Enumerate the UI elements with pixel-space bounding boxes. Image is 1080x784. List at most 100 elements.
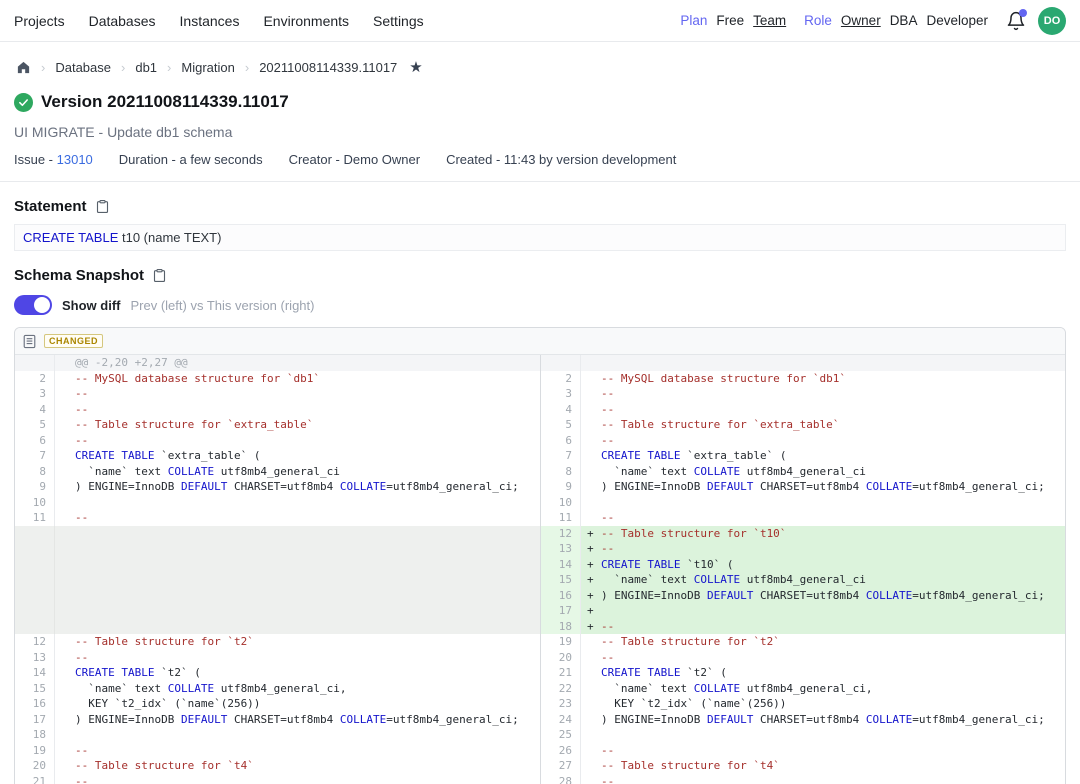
line-number: 16 <box>15 696 55 712</box>
code-line: -- <box>581 433 1065 449</box>
sql-keyword: CREATE TABLE <box>23 230 118 245</box>
statement-sql: CREATE TABLE t10 (name TEXT) <box>14 224 1066 251</box>
code-line: -- <box>55 650 540 666</box>
breadcrumb-item-migration[interactable]: Migration <box>181 60 234 75</box>
copy-snapshot-icon[interactable] <box>152 268 167 283</box>
nav-item-databases[interactable]: Databases <box>89 13 156 29</box>
top-nav: Projects Databases Instances Environments Se… <box>0 0 1080 42</box>
diff-row: 7CREATE TABLE `extra_table` ( <box>541 448 1065 464</box>
diff-row: 15 `name` text COLLATE utf8mb4_general_c… <box>15 681 540 697</box>
line-number: 3 <box>15 386 55 402</box>
line-number: 14 <box>15 665 55 681</box>
changed-badge: CHANGED <box>44 334 103 348</box>
diff-row <box>15 603 540 619</box>
breadcrumb-items: Database›db1›Migration›20211008114339.11… <box>55 60 397 75</box>
plan-free: Free <box>716 13 744 28</box>
star-icon[interactable]: ★ <box>409 58 422 76</box>
code-line: + <box>581 603 1065 619</box>
diff-row: 12-- Table structure for `t2` <box>15 634 540 650</box>
file-icon <box>23 334 36 349</box>
home-icon[interactable] <box>16 60 31 75</box>
line-number: 6 <box>15 433 55 449</box>
line-number: 12 <box>541 526 581 542</box>
diff-row <box>15 526 540 542</box>
issue-link[interactable]: 13010 <box>57 152 93 167</box>
line-number: 11 <box>15 510 55 526</box>
code-line: KEY `t2_idx` (`name`(256)) <box>581 696 1065 712</box>
diff-row: 23 KEY `t2_idx` (`name`(256)) <box>541 696 1065 712</box>
diff-row: 11-- <box>15 510 540 526</box>
line-number: 28 <box>541 774 581 784</box>
code-line: + `name` text COLLATE utf8mb4_general_ci <box>581 572 1065 588</box>
code-line: -- MySQL database structure for `db1` <box>55 371 540 387</box>
breadcrumb-item-20211008114339.11017[interactable]: 20211008114339.11017 <box>259 60 397 75</box>
line-number <box>15 526 55 542</box>
show-diff-toggle[interactable] <box>14 295 52 315</box>
line-number: 21 <box>541 665 581 681</box>
line-number: 15 <box>541 572 581 588</box>
diff-row: 5-- Table structure for `extra_table` <box>15 417 540 433</box>
code-line <box>581 727 1065 743</box>
line-number: 4 <box>541 402 581 418</box>
diff-body[interactable]: @@ -2,20 +2,27 @@2-- MySQL database stru… <box>15 355 1065 784</box>
line-number <box>541 355 581 371</box>
plan-label: Plan <box>680 13 707 28</box>
diff-row <box>15 557 540 573</box>
nav-item-instances[interactable]: Instances <box>180 13 240 29</box>
code-line: -- Table structure for `extra_table` <box>581 417 1065 433</box>
code-line: -- <box>581 386 1065 402</box>
copy-statement-icon[interactable] <box>95 199 110 214</box>
line-number <box>15 557 55 573</box>
role-label: Role <box>804 13 832 28</box>
line-number: 2 <box>15 371 55 387</box>
code-line <box>55 619 540 635</box>
diff-row: 14+CREATE TABLE `t10` ( <box>541 557 1065 573</box>
line-number: 12 <box>15 634 55 650</box>
code-line: +) ENGINE=InnoDB DEFAULT CHARSET=utf8mb4… <box>581 588 1065 604</box>
success-check-icon <box>14 93 33 112</box>
notification-bell-icon[interactable] <box>1006 11 1026 31</box>
code-line: +-- Table structure for `t10` <box>581 526 1065 542</box>
nav-item-settings[interactable]: Settings <box>373 13 424 29</box>
line-number: 20 <box>541 650 581 666</box>
diff-row <box>15 619 540 635</box>
meta-row: Issue - 13010 Duration - a few seconds C… <box>0 140 1080 167</box>
line-number: 13 <box>15 650 55 666</box>
diff-row: 27-- Table structure for `t4` <box>541 758 1065 774</box>
diff-row <box>15 572 540 588</box>
code-line: -- <box>55 510 540 526</box>
line-number: 7 <box>541 448 581 464</box>
role-owner-link[interactable]: Owner <box>841 13 881 28</box>
diff-row: 13-- <box>15 650 540 666</box>
diff-hint: Prev (left) vs This version (right) <box>131 298 315 313</box>
line-number: 8 <box>15 464 55 480</box>
diff-row: 11-- <box>541 510 1065 526</box>
code-line: CREATE TABLE `extra_table` ( <box>581 448 1065 464</box>
diff-row: 13+-- <box>541 541 1065 557</box>
diff-row: 4-- <box>15 402 540 418</box>
line-number: 18 <box>541 619 581 635</box>
nav-item-environments[interactable]: Environments <box>263 13 349 29</box>
main-nav: Projects Databases Instances Environments Se… <box>14 13 424 29</box>
nav-item-projects[interactable]: Projects <box>14 13 65 29</box>
code-line: -- Table structure for `t4` <box>55 758 540 774</box>
line-number: 20 <box>15 758 55 774</box>
line-number: 11 <box>541 510 581 526</box>
show-diff-label: Show diff <box>62 298 121 313</box>
diff-row: 17) ENGINE=InnoDB DEFAULT CHARSET=utf8mb… <box>15 712 540 728</box>
line-number: 16 <box>541 588 581 604</box>
code-line: CREATE TABLE `t2` ( <box>581 665 1065 681</box>
diff-row: 19-- Table structure for `t2` <box>541 634 1065 650</box>
breadcrumb-item-database[interactable]: Database <box>55 60 111 75</box>
code-line: -- <box>581 743 1065 759</box>
plan-team-link[interactable]: Team <box>753 13 786 28</box>
diff-row <box>15 588 540 604</box>
line-number: 10 <box>541 495 581 511</box>
code-line <box>581 355 1065 371</box>
duration-text: Duration - a few seconds <box>119 152 263 167</box>
code-line: -- <box>55 386 540 402</box>
statement-heading: Statement <box>14 198 87 215</box>
diff-row: 12+-- Table structure for `t10` <box>541 526 1065 542</box>
breadcrumb-item-db1[interactable]: db1 <box>135 60 157 75</box>
avatar[interactable]: DO <box>1038 7 1066 35</box>
